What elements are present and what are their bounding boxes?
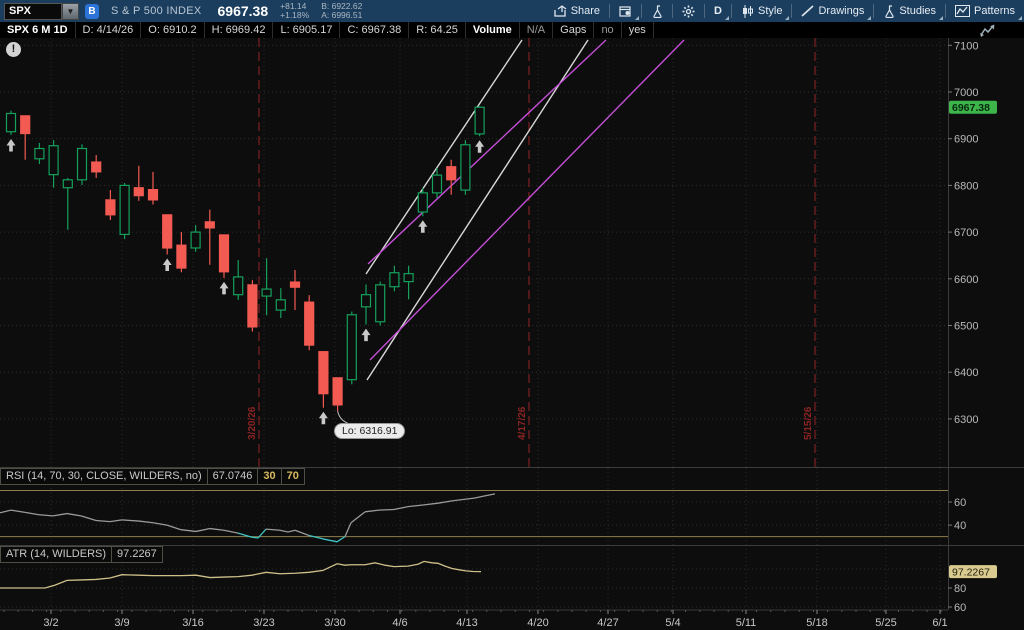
- svg-text:6/1: 6/1: [932, 617, 947, 629]
- last-price: 6967.38: [218, 3, 269, 19]
- svg-text:60: 60: [954, 602, 966, 614]
- svg-text:4/20: 4/20: [527, 617, 548, 629]
- gear-icon: [682, 5, 695, 18]
- svg-text:80: 80: [954, 583, 966, 595]
- flask-icon: [883, 5, 895, 18]
- drawings-button-label: Drawings: [818, 5, 864, 17]
- rsi-overbought-level[interactable]: 70: [282, 468, 305, 485]
- flask-icon: [651, 5, 663, 18]
- rsi-oversold-level[interactable]: 30: [258, 468, 281, 485]
- dropdown-corner-icon: [725, 16, 729, 20]
- index-name: S & P 500 INDEX: [111, 5, 202, 17]
- symbol-group: ▼ B S & P 500 INDEX 6967.38 +81.14 +1.18…: [0, 2, 362, 20]
- svg-text:4/17/26: 4/17/26: [517, 406, 528, 440]
- bid-ask-block: B: 6922.62 A: 6996.51: [321, 2, 362, 20]
- patterns-button-label: Patterns: [974, 5, 1015, 17]
- chart-application: ▼ B S & P 500 INDEX 6967.38 +81.14 +1.18…: [0, 0, 1024, 630]
- svg-text:3/9: 3/9: [114, 617, 129, 629]
- svg-text:3/2: 3/2: [43, 617, 58, 629]
- svg-text:3/23: 3/23: [253, 617, 274, 629]
- style-button[interactable]: Style: [732, 0, 791, 22]
- svg-text:7000: 7000: [954, 87, 978, 99]
- svg-text:3/20/26: 3/20/26: [247, 406, 258, 440]
- header-cell-0: SPX 6 M 1D: [0, 22, 76, 38]
- header-cell-6: R: 64.25: [409, 22, 466, 38]
- svg-text:6600: 6600: [954, 274, 978, 286]
- svg-text:6500: 6500: [954, 321, 978, 333]
- account-badge[interactable]: B: [85, 4, 99, 19]
- svg-text:6700: 6700: [954, 227, 978, 239]
- dropdown-corner-icon: [939, 16, 943, 20]
- rsi-study-header: RSI (14, 70, 30, CLOSE, WILDERS, no) 67.…: [0, 468, 305, 485]
- header-cell-5: C: 6967.38: [340, 22, 409, 38]
- patterns-button[interactable]: Patterns: [946, 0, 1024, 22]
- svg-text:97.2267: 97.2267: [952, 567, 990, 579]
- symbol-dropdown-button[interactable]: ▼: [62, 3, 79, 20]
- timeframe-button-label: D: [714, 5, 722, 17]
- header-cell-2: O: 6910.2: [141, 22, 204, 38]
- header-cell-3: H: 6969.42: [205, 22, 274, 38]
- svg-text:5/18: 5/18: [806, 617, 827, 629]
- svg-text:4/6: 4/6: [392, 617, 407, 629]
- header-cell-4: L: 6905.17: [273, 22, 340, 38]
- svg-text:3/30: 3/30: [324, 617, 345, 629]
- studies-button-label: Studies: [899, 5, 936, 17]
- svg-text:5/4: 5/4: [665, 617, 680, 629]
- dropdown-corner-icon: [1018, 16, 1022, 20]
- dropdown-corner-icon: [635, 16, 639, 20]
- header-cell-11[interactable]: yes: [622, 22, 654, 38]
- svg-text:6900: 6900: [954, 134, 978, 146]
- style-button-label: Style: [758, 5, 782, 17]
- svg-text:6967.38: 6967.38: [952, 102, 990, 114]
- svg-text:5/25: 5/25: [875, 617, 896, 629]
- rsi-value: 67.0746: [208, 468, 259, 485]
- svg-text:6400: 6400: [954, 367, 978, 379]
- drawings-button[interactable]: Drawings: [792, 0, 873, 22]
- share-button[interactable]: Share: [545, 0, 609, 22]
- patterns-icon: [955, 5, 970, 17]
- atr-value: 97.2267: [112, 546, 163, 563]
- axis-scale-icon[interactable]: [980, 24, 998, 43]
- change-block: +81.14 +1.18%: [280, 2, 309, 20]
- share-icon: [554, 5, 567, 17]
- dropdown-corner-icon: [785, 16, 789, 20]
- svg-text:4/27: 4/27: [597, 617, 618, 629]
- timeframe-button[interactable]: D: [705, 0, 731, 22]
- svg-text:6800: 6800: [954, 180, 978, 192]
- beaker-button[interactable]: [642, 0, 672, 22]
- svg-text:5/11: 5/11: [736, 617, 757, 629]
- atr-params-label[interactable]: ATR (14, WILDERS): [0, 546, 112, 563]
- svg-text:40: 40: [954, 520, 966, 532]
- share-button-label: Share: [571, 5, 600, 17]
- symbol-input[interactable]: [4, 3, 62, 20]
- rsi-params-label[interactable]: RSI (14, 70, 30, CLOSE, WILDERS, no): [0, 468, 208, 485]
- info-alert-icon[interactable]: !: [6, 42, 21, 57]
- header-cell-9[interactable]: Gaps: [553, 22, 594, 38]
- style-icon: [741, 5, 754, 18]
- ask-value: A: 6996.51: [321, 11, 362, 20]
- calendar-icon: [619, 5, 632, 17]
- low-annotation-bubble[interactable]: Lo: 6316.91: [334, 423, 405, 439]
- dropdown-corner-icon: [867, 16, 871, 20]
- svg-text:60: 60: [954, 497, 966, 509]
- studies-button[interactable]: Studies: [874, 0, 945, 22]
- top-toolbar: ▼ B S & P 500 INDEX 6967.38 +81.14 +1.18…: [0, 0, 1024, 22]
- svg-text:4/13: 4/13: [456, 617, 477, 629]
- drawings-icon: [801, 5, 814, 17]
- header-cell-8[interactable]: N/A: [520, 22, 553, 38]
- ohlc-header-strip: SPX 6 M 1DD: 4/14/26O: 6910.2H: 6969.42L…: [0, 22, 1024, 38]
- atr-study-header: ATR (14, WILDERS) 97.2267: [0, 546, 163, 563]
- header-cell-1: D: 4/14/26: [76, 22, 142, 38]
- price-change-pct: +1.18%: [280, 11, 309, 20]
- svg-text:7100: 7100: [954, 40, 978, 52]
- header-cell-7[interactable]: Volume: [466, 22, 520, 38]
- header-cell-10[interactable]: no: [594, 22, 621, 38]
- calendar-button[interactable]: [610, 0, 641, 22]
- svg-text:3/16: 3/16: [182, 617, 203, 629]
- settings-button[interactable]: [673, 0, 704, 22]
- svg-text:5/15/26: 5/15/26: [803, 406, 814, 440]
- price-chart-canvas[interactable]: 3/20/26 4/17/26 5/15/26 7100 7000 6900 6800 670…: [0, 38, 1024, 630]
- svg-text:6300: 6300: [954, 414, 978, 426]
- toolbar-buttons: Share D Style Drawings Studies Patterns: [545, 0, 1024, 22]
